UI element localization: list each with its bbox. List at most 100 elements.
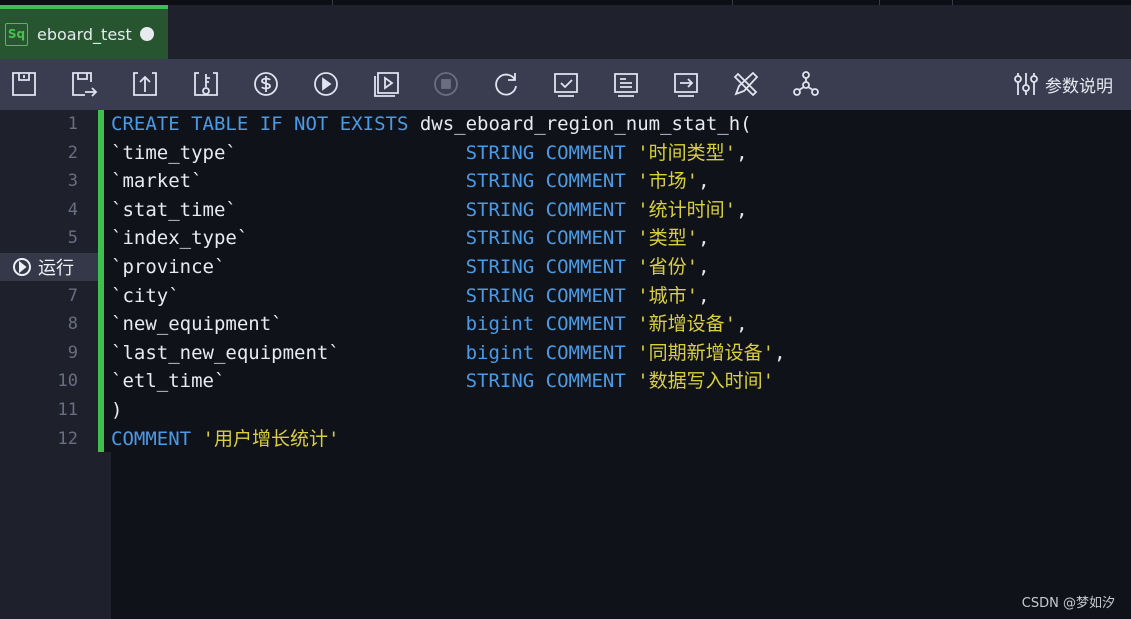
run-icon <box>314 72 338 96</box>
code-token: `province` <box>111 255 466 278</box>
line-number: 3 <box>67 171 78 192</box>
unsaved-dot-icon <box>139 27 154 41</box>
code-token: `time_type` <box>111 141 466 164</box>
code-line: `city` STRING COMMENT '城市', <box>111 282 786 311</box>
line-gutter: 1 2 3 4 5 7 8 9 10 11 12 <box>0 110 98 619</box>
code-token: , <box>736 198 748 221</box>
code-line: `market` STRING COMMENT '市场', <box>111 167 786 196</box>
key-icon <box>194 72 218 96</box>
refresh-button[interactable] <box>492 70 520 98</box>
code-token: `last_new_equipment` <box>111 341 466 364</box>
code-token: bigint COMMENT <box>465 341 638 364</box>
save-as-button[interactable] <box>70 70 98 98</box>
run-selected-button[interactable] <box>372 70 400 98</box>
line-number: 10 <box>57 371 78 392</box>
check-button[interactable] <box>552 70 580 98</box>
tab-eboard-test[interactable]: Sq eboard_test <box>0 5 168 59</box>
code-token: bigint COMMENT <box>465 313 638 336</box>
save-as-icon <box>72 72 98 97</box>
code-token: STRING COMMENT <box>465 141 638 164</box>
code-token: , <box>698 255 710 278</box>
stop-button[interactable] <box>432 70 460 98</box>
line-number: 8 <box>67 314 78 335</box>
code-editor[interactable]: CREATE TABLE IF NOT EXISTS dws_eboard_re… <box>111 110 786 453</box>
code-line: `time_type` STRING COMMENT '时间类型', <box>111 139 786 168</box>
save-icon <box>12 72 36 96</box>
line-number: 1 <box>67 114 78 134</box>
upload-icon <box>133 72 157 96</box>
stop-icon <box>434 72 458 96</box>
code-token: '用户增长统计' <box>202 427 340 450</box>
code-token: , <box>736 141 748 164</box>
gutter-margin <box>98 452 111 619</box>
code-token: , <box>698 227 710 250</box>
code-token: `etl_time` <box>111 370 466 393</box>
line-number: 5 <box>67 228 78 249</box>
upload-button[interactable] <box>131 70 159 98</box>
code-token: STRING COMMENT <box>465 370 638 393</box>
code-token: , <box>736 313 748 336</box>
params-button[interactable]: 参数说明 <box>1013 71 1113 97</box>
code-token: '类型' <box>637 227 699 250</box>
code-token: '省份' <box>637 255 699 278</box>
tab-label: eboard_test <box>37 24 132 44</box>
code-token: STRING COMMENT <box>465 284 638 307</box>
code-token: STRING COMMENT <box>465 198 638 221</box>
check-icon <box>554 73 578 97</box>
code-token: '同期新增设备' <box>637 341 775 364</box>
line-number: 4 <box>67 199 78 220</box>
params-label: 参数说明 <box>1045 76 1113 97</box>
code-token: dws_eboard_region_num_stat_h( <box>419 113 752 135</box>
code-token: STRING COMMENT <box>465 227 638 250</box>
export-button[interactable] <box>672 70 700 98</box>
toolbar: 参数说明 <box>0 59 1131 110</box>
line-number: 12 <box>57 428 78 449</box>
code-token: , <box>698 170 710 193</box>
code-line: `new_equipment` bigint COMMENT '新增设备', <box>111 310 786 339</box>
code-line: `last_new_equipment` bigint COMMENT '同期新… <box>111 339 786 368</box>
edit-tools-button[interactable] <box>732 70 760 98</box>
code-token: `city` <box>111 284 466 307</box>
edit-tools-icon <box>733 71 759 97</box>
run-line-button[interactable]: 运行 <box>0 253 98 281</box>
watermark: CSDN @梦如汐 <box>1021 596 1115 611</box>
code-token: `new_equipment` <box>111 313 466 336</box>
refresh-icon <box>495 73 517 96</box>
code-token: ) <box>111 398 123 421</box>
code-token: '数据写入时间' <box>637 370 775 393</box>
code-line: `etl_time` STRING COMMENT '数据写入时间' <box>111 367 786 396</box>
code-token: , <box>698 284 710 307</box>
code-token: STRING COMMENT <box>465 170 638 193</box>
code-token: STRING COMMENT <box>465 255 638 278</box>
code-token: COMMENT <box>111 427 203 450</box>
cost-icon <box>254 72 278 96</box>
code-line: `province` STRING COMMENT '省份', <box>111 253 786 282</box>
save-button[interactable] <box>10 70 38 98</box>
line-number: 9 <box>67 342 78 363</box>
cost-button[interactable] <box>252 70 280 98</box>
code-token: `index_type` <box>111 227 466 250</box>
code-line: `index_type` STRING COMMENT '类型', <box>111 224 786 253</box>
code-line: `stat_time` STRING COMMENT '统计时间', <box>111 196 786 225</box>
format-icon <box>614 73 638 97</box>
tab-bar: Sq eboard_test <box>0 5 1131 59</box>
sliders-icon <box>1014 73 1038 95</box>
run-icon <box>13 258 31 276</box>
code-token: `market` <box>111 170 466 193</box>
code-token: '时间类型' <box>637 141 737 164</box>
code-line: COMMENT '用户增长统计' <box>111 425 786 454</box>
sql-file-icon: Sq <box>5 22 28 46</box>
modified-lines-bar <box>98 110 104 452</box>
code-line: ) <box>111 396 786 425</box>
lineage-button[interactable] <box>792 70 820 98</box>
run-button[interactable] <box>312 70 340 98</box>
line-number: 11 <box>57 400 78 420</box>
run-selected-icon <box>374 72 399 97</box>
format-button[interactable] <box>612 70 640 98</box>
line-number: 7 <box>67 285 78 306</box>
code-token: '城市' <box>637 284 699 307</box>
code-line: CREATE TABLE IF NOT EXISTS dws_eboard_re… <box>111 110 786 139</box>
lineage-icon <box>793 71 819 96</box>
key-button[interactable] <box>192 70 220 98</box>
code-token: CREATE TABLE IF NOT EXISTS <box>111 113 420 135</box>
